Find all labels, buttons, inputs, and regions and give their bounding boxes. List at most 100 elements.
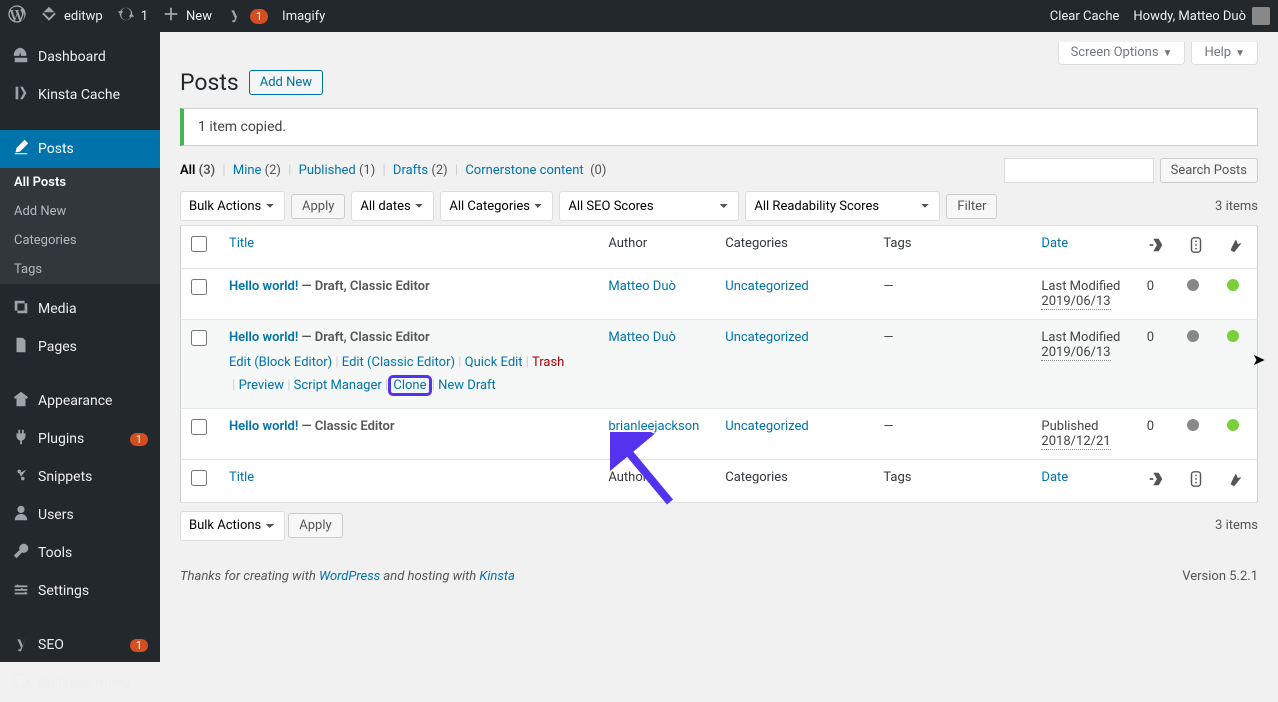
post-title-link[interactable]: Hello world! [229,279,298,294]
table-row: Hello world! — Classic Editor brianleeja… [181,408,1258,459]
menu-snippets[interactable]: Snippets [0,458,160,496]
menu-settings[interactable]: Settings [0,572,160,610]
filter-drafts[interactable]: Drafts [393,163,428,178]
new-content[interactable]: New [162,5,212,27]
updates[interactable]: 1 [117,5,148,27]
categories-select[interactable]: All Categories [440,191,553,221]
search-input[interactable] [1004,158,1154,183]
item-count-bottom: 3 items [1215,518,1258,533]
new-label: New [186,9,212,24]
submenu-tags[interactable]: Tags [0,255,160,284]
post-title-link[interactable]: Hello world! [229,330,298,345]
appearance-icon [12,390,30,412]
action-edit-block[interactable]: Edit (Block Editor) [229,355,332,370]
filter-all[interactable]: All (3) [180,163,215,178]
category-link[interactable]: Uncategorized [725,419,808,434]
tools-icon [12,542,30,564]
pages-icon [12,336,30,358]
bulk-actions-select[interactable]: Bulk Actions [180,191,285,221]
menu-media[interactable]: Media [0,290,160,328]
col-seo-icon [1177,226,1217,269]
readability-dot [1227,419,1239,431]
action-edit-classic[interactable]: Edit (Classic Editor) [342,355,455,370]
author-link[interactable]: Matteo Duò [608,279,676,294]
filter-mine[interactable]: Mine [233,163,262,178]
col-date[interactable]: Date [1031,226,1136,269]
add-new-button[interactable]: Add New [249,70,323,95]
menu-collapse[interactable]: Collapse menu [0,664,160,702]
updates-count: 1 [141,9,148,24]
row-checkbox[interactable] [191,279,207,295]
submenu-all-posts[interactable]: All Posts [0,168,160,197]
admin-sidebar: Dashboard Kinsta Cache Posts All Posts A… [0,32,160,662]
apply-button-bottom[interactable]: Apply [288,513,342,538]
menu-seo[interactable]: SEO1 [0,626,160,664]
chevron-down-icon: ▼ [1235,48,1245,59]
filter-published[interactable]: Published [299,163,356,178]
readability-select[interactable]: All Readability Scores [745,191,940,221]
action-script-manager[interactable]: Script Manager [294,378,382,393]
table-row: Hello world! — Draft, Classic Editor Mat… [181,269,1258,320]
submenu-add-new[interactable]: Add New [0,197,160,226]
seo-badge: 1 [130,639,148,652]
menu-dashboard[interactable]: Dashboard [0,38,160,76]
clear-cache[interactable]: Clear Cache [1050,9,1120,24]
site-name[interactable]: editwp [40,5,103,27]
settings-icon [12,580,30,602]
category-link[interactable]: Uncategorized [725,279,808,294]
table-row: Hello world! — Draft, Classic Editor Edi… [181,320,1258,409]
wp-logo[interactable] [8,5,26,27]
admin-bar: editwp 1 New 1 Imagify Clear Cache Howdy… [0,0,1278,32]
wordpress-link[interactable]: WordPress [319,569,380,584]
dates-select[interactable]: All dates [351,191,434,221]
menu-users[interactable]: Users [0,496,160,534]
col-links-icon [1137,226,1177,269]
seo-select[interactable]: All SEO Scores [559,191,739,221]
version-label: Version 5.2.1 [1182,569,1258,584]
filter-cornerstone[interactable]: Cornerstone content [465,163,583,178]
posts-icon [12,138,30,160]
submenu-categories[interactable]: Categories [0,226,160,255]
help-tab[interactable]: Help▼ [1191,42,1258,65]
imagify[interactable]: Imagify [282,9,325,24]
menu-pages[interactable]: Pages [0,328,160,366]
seo-dot [1187,419,1199,431]
posts-submenu: All Posts Add New Categories Tags [0,168,160,284]
screen-options-tab[interactable]: Screen Options▼ [1058,42,1186,65]
author-link[interactable]: brianleejackson [608,419,699,434]
yoast-badge: 1 [250,9,268,24]
bulk-actions-select-bottom[interactable]: Bulk Actions [180,511,285,541]
row-actions: Edit (Block Editor) | Edit (Classic Edit… [229,351,588,398]
row-checkbox[interactable] [191,330,207,346]
action-new-draft[interactable]: New Draft [438,378,496,393]
action-quick-edit[interactable]: Quick Edit [465,355,523,370]
row-checkbox[interactable] [191,419,207,435]
author-link[interactable]: Matteo Duò [608,330,676,345]
col-tags: Tags [873,226,1031,269]
filter-button[interactable]: Filter [946,194,997,219]
search-posts-button[interactable]: Search Posts [1160,158,1258,183]
menu-tools[interactable]: Tools [0,534,160,572]
howdy[interactable]: Howdy, Matteo Duò [1133,7,1270,25]
action-trash[interactable]: Trash [532,355,564,370]
action-clone[interactable]: Clone [391,378,428,393]
apply-button[interactable]: Apply [291,194,345,219]
action-preview[interactable]: Preview [239,378,284,393]
site-name-label: editwp [64,9,103,24]
menu-posts[interactable]: Posts [0,130,160,168]
yoast[interactable]: 1 [226,5,268,27]
page-title: Posts [180,69,239,96]
kinsta-link[interactable]: Kinsta [479,569,514,584]
menu-kinsta-cache[interactable]: Kinsta Cache [0,76,160,114]
menu-appearance[interactable]: Appearance [0,382,160,420]
select-all-checkbox-bottom[interactable] [191,470,207,486]
select-all-checkbox[interactable] [191,236,207,252]
menu-plugins[interactable]: Plugins1 [0,420,160,458]
col-title[interactable]: Title [219,226,598,269]
post-title-link[interactable]: Hello world! [229,419,298,434]
col-categories: Categories [715,226,873,269]
dashboard-icon [12,46,30,68]
kinsta-icon [12,84,30,106]
category-link[interactable]: Uncategorized [725,330,808,345]
seo-dot [1187,330,1199,342]
